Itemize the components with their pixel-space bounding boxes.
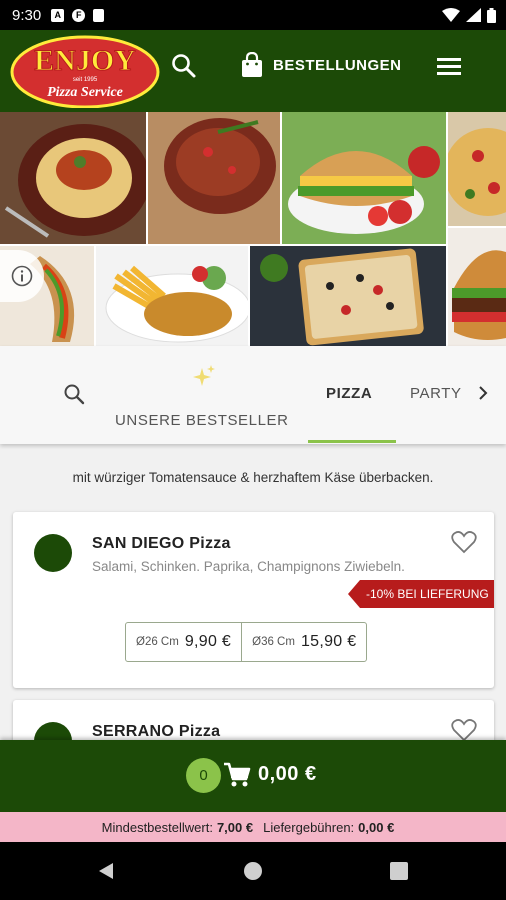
system-nav-bar bbox=[0, 842, 506, 900]
tab-search-icon[interactable] bbox=[62, 382, 86, 406]
battery-icon bbox=[487, 7, 496, 23]
product-ingredients: Salami, Schinken. Paprika, Champignons Z… bbox=[92, 559, 405, 574]
price-value: 15,90 € bbox=[300, 633, 357, 650]
product-thumbnail bbox=[34, 534, 72, 572]
product-name: SAN DIEGO Pizza bbox=[92, 535, 231, 552]
delivery-fee-label: Liefergebühren: bbox=[263, 819, 355, 835]
pasta-image bbox=[0, 112, 146, 244]
status-right bbox=[442, 7, 496, 23]
status-bar: 9:30 A F bbox=[0, 0, 506, 30]
tab-party[interactable]: PARTY bbox=[410, 385, 462, 402]
price-size: Ø26 Cm bbox=[136, 636, 179, 648]
min-order-bar: Mindestbestellwert: 7,00 € Liefergebühre… bbox=[0, 812, 506, 842]
delivery-fee-value: 0,00 € bbox=[358, 819, 395, 835]
wifi-icon bbox=[442, 8, 460, 22]
steak-image bbox=[148, 112, 280, 244]
orders-button[interactable]: BESTELLUNGEN bbox=[273, 57, 402, 74]
burger-image bbox=[448, 228, 506, 346]
logo-since: seit 1995 bbox=[73, 77, 98, 83]
app-header: ENJOY seit 1995 Pizza Service BESTELLUNG… bbox=[0, 30, 506, 112]
sandwich-image bbox=[282, 112, 446, 244]
flatbread-pizza-image bbox=[250, 246, 446, 346]
hamburger-menu-icon[interactable] bbox=[436, 55, 462, 77]
discount-badge: -10% BEI LIEFERUNG bbox=[348, 580, 494, 608]
shopping-cart-icon bbox=[224, 762, 251, 787]
search-icon[interactable] bbox=[170, 52, 198, 80]
tab-pizza[interactable]: PIZZA bbox=[326, 385, 372, 402]
min-order-value: 7,00 € bbox=[216, 819, 254, 835]
min-order-label: Mindestbestellwert: bbox=[101, 819, 213, 835]
favorite-heart-icon[interactable] bbox=[451, 718, 477, 742]
status-time: 9:30 bbox=[12, 6, 42, 24]
price-size: Ø36 Cm bbox=[252, 636, 295, 648]
signal-icon bbox=[466, 8, 481, 22]
cart-bar[interactable]: 0 0,00 € bbox=[0, 740, 506, 812]
notification-a-icon: A bbox=[51, 8, 65, 22]
logo-subtitle: Pizza Service bbox=[47, 85, 123, 100]
food-gallery[interactable] bbox=[0, 112, 506, 346]
price-options: Ø26 Cm 9,90 € Ø36 Cm 15,90 € bbox=[125, 622, 368, 662]
active-tab-indicator bbox=[308, 440, 396, 443]
category-description: mit würziger Tomatensauce & herzhaftem K… bbox=[72, 470, 434, 485]
product-card[interactable]: SAN DIEGO Pizza Salami, Schinken. Paprik… bbox=[13, 512, 494, 688]
sd-card-icon bbox=[93, 8, 105, 22]
notification-f-icon: F bbox=[72, 8, 86, 22]
back-icon[interactable] bbox=[96, 861, 116, 881]
home-icon[interactable] bbox=[243, 861, 263, 881]
cart-total: 0,00 € bbox=[258, 763, 317, 785]
shopping-bag-icon[interactable] bbox=[240, 52, 264, 78]
info-icon bbox=[11, 265, 33, 287]
price-option-small[interactable]: Ø26 Cm 9,90 € bbox=[126, 623, 241, 661]
enjoy-logo[interactable]: ENJOY seit 1995 Pizza Service bbox=[10, 34, 160, 108]
pizza-image-top bbox=[448, 112, 506, 226]
chevron-right-icon[interactable] bbox=[476, 384, 490, 402]
logo-text: ENJOY bbox=[34, 44, 136, 77]
price-option-large[interactable]: Ø36 Cm 15,90 € bbox=[241, 623, 366, 661]
tab-bestseller[interactable]: UNSERE BESTSELLER bbox=[115, 412, 289, 429]
favorite-heart-icon[interactable] bbox=[451, 530, 477, 554]
sparkle-icon bbox=[193, 365, 215, 386]
schnitzel-fries-image bbox=[96, 246, 248, 346]
product-name: SERRANO Pizza bbox=[92, 723, 221, 740]
price-value: 9,90 € bbox=[184, 633, 232, 650]
category-tabs: UNSERE BESTSELLER PIZZA PARTY bbox=[0, 346, 506, 444]
recents-icon[interactable] bbox=[390, 862, 408, 880]
cart-count-badge: 0 bbox=[186, 758, 221, 793]
